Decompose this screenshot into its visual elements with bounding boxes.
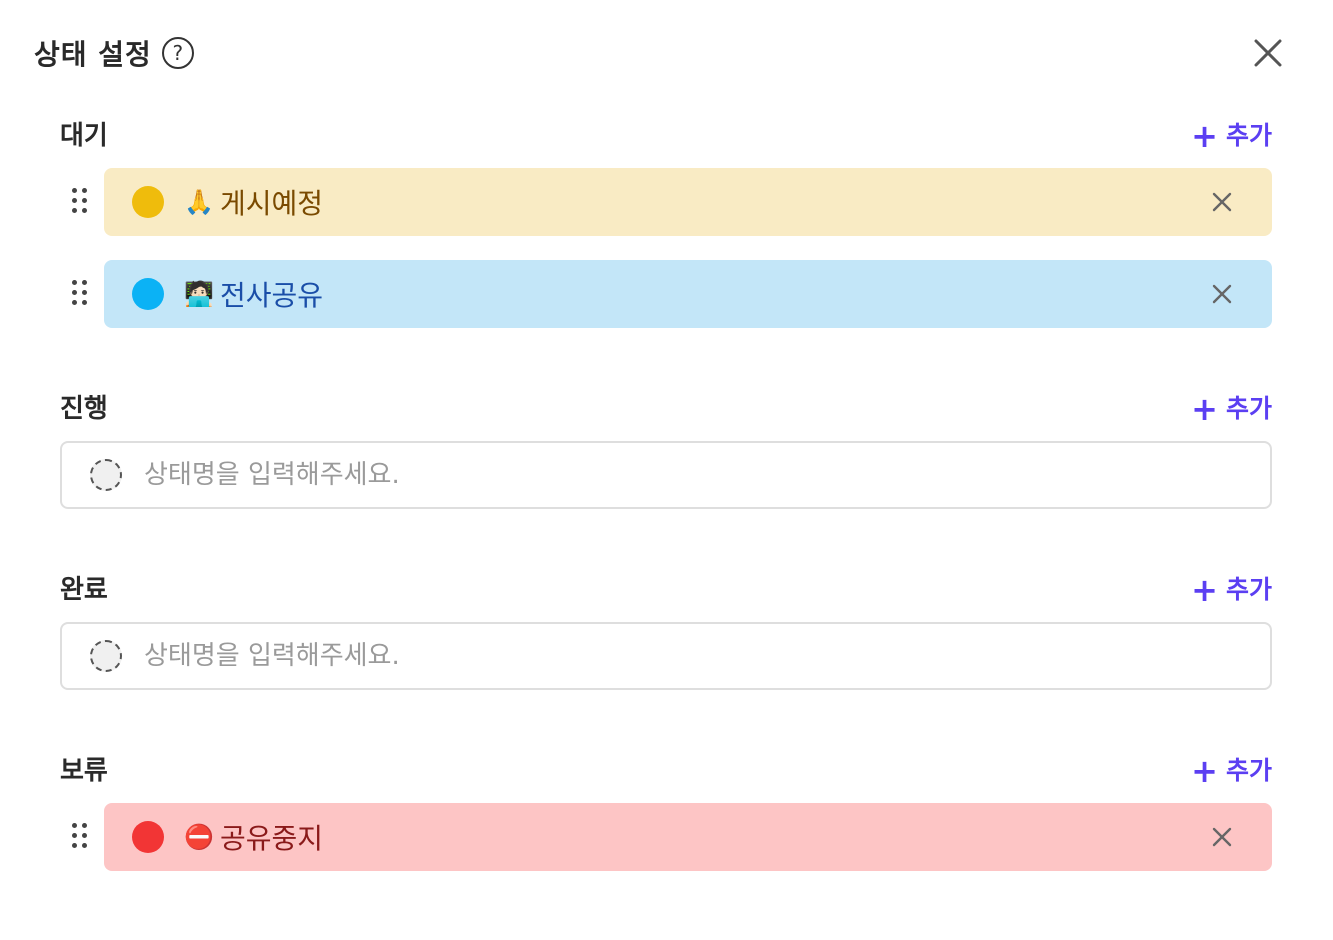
remove-icon[interactable] <box>1210 282 1234 306</box>
drag-handle-icon[interactable] <box>72 823 92 851</box>
status-color-dot[interactable] <box>132 821 164 853</box>
plus-icon: + <box>1191 571 1218 609</box>
status-color-picker[interactable] <box>90 459 122 491</box>
status-name-field <box>60 441 1272 509</box>
status-color-picker[interactable] <box>90 640 122 672</box>
status-label[interactable]: 게시예정 <box>220 182 323 222</box>
add-label: 추가 <box>1225 756 1272 785</box>
add-button[interactable]: + 추가 <box>1191 572 1272 608</box>
section-title: 완료 <box>60 575 108 605</box>
add-label: 추가 <box>1225 121 1272 150</box>
status-name-input[interactable] <box>144 641 1144 671</box>
status-label[interactable]: 전사공유 <box>220 274 323 314</box>
status-label[interactable]: 공유중지 <box>220 817 323 857</box>
add-button[interactable]: + 추가 <box>1191 118 1272 154</box>
section-done: 완료 + 추가 <box>60 572 1272 692</box>
status-item: ⛔ 공유중지 <box>60 803 1272 871</box>
modal-header: 상태 설정 ? <box>34 30 194 76</box>
plus-icon: + <box>1191 117 1218 155</box>
status-card[interactable]: 🙏 게시예정 <box>104 168 1272 236</box>
drag-handle-icon[interactable] <box>72 188 92 216</box>
status-emoji: 🙏 <box>184 188 214 216</box>
status-item: 🧑🏻‍💻 전사공유 <box>60 260 1272 328</box>
status-card[interactable]: 🧑🏻‍💻 전사공유 <box>104 260 1272 328</box>
plus-icon: + <box>1191 390 1218 428</box>
status-name-input[interactable] <box>144 460 1144 490</box>
plus-icon: + <box>1191 752 1218 790</box>
section-title: 대기 <box>60 121 108 151</box>
status-item: 🙏 게시예정 <box>60 168 1272 236</box>
close-icon[interactable] <box>1250 35 1286 71</box>
status-color-dot[interactable] <box>132 186 164 218</box>
status-emoji: ⛔ <box>184 823 214 851</box>
remove-icon[interactable] <box>1210 825 1234 849</box>
modal-title: 상태 설정 <box>34 38 152 71</box>
status-name-field <box>60 622 1272 690</box>
section-title: 보류 <box>60 756 108 786</box>
section-title: 진행 <box>60 394 108 424</box>
add-label: 추가 <box>1225 394 1272 423</box>
status-color-dot[interactable] <box>132 278 164 310</box>
add-button[interactable]: + 추가 <box>1191 753 1272 789</box>
remove-icon[interactable] <box>1210 190 1234 214</box>
add-label: 추가 <box>1225 575 1272 604</box>
section-in-progress: 진행 + 추가 <box>60 391 1272 511</box>
help-icon[interactable]: ? <box>161 37 194 69</box>
section-hold: 보류 + 추가 ⛔ 공유중지 <box>60 753 1272 873</box>
add-button[interactable]: + 추가 <box>1191 391 1272 427</box>
drag-handle-icon[interactable] <box>72 280 92 308</box>
status-card[interactable]: ⛔ 공유중지 <box>104 803 1272 871</box>
status-emoji: 🧑🏻‍💻 <box>184 280 214 308</box>
section-waiting: 대기 + 추가 🙏 게시예정 🧑🏻‍💻 <box>60 118 1272 328</box>
